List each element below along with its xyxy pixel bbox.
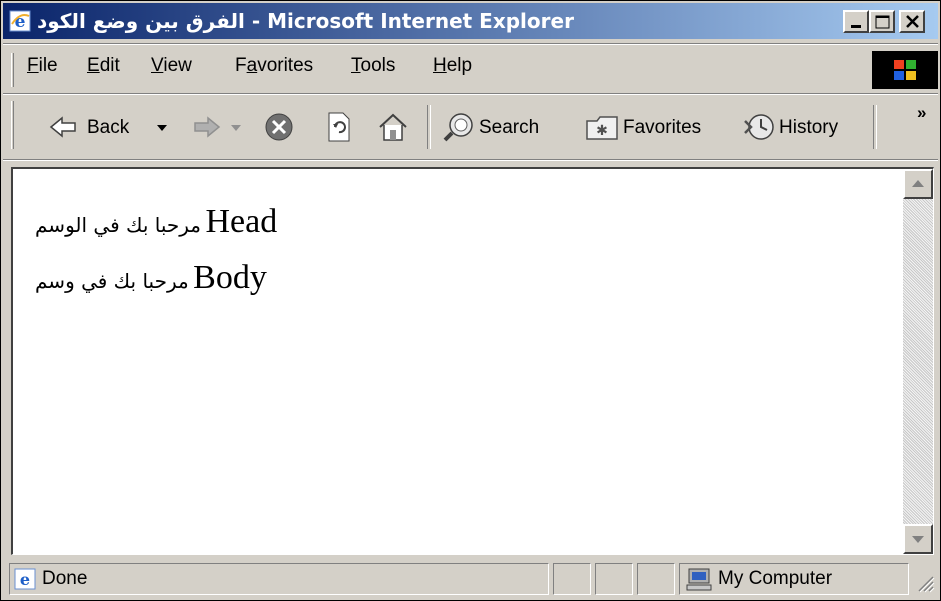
home-button[interactable] (371, 105, 415, 149)
dropdown-arrow-icon[interactable] (231, 125, 241, 131)
ie-page-icon: e (14, 568, 36, 590)
menu-tools[interactable]: Tools (351, 55, 395, 77)
standard-toolbar: Back Search ✱ Favorites History » (3, 97, 938, 157)
windows-logo (872, 51, 938, 89)
refresh-button[interactable] (319, 105, 359, 149)
scroll-down-arrow-icon (912, 536, 924, 543)
menu-help[interactable]: Help (433, 55, 472, 77)
windows-flag-icon (894, 60, 916, 80)
menu-grip[interactable] (11, 53, 14, 87)
svg-text:✱: ✱ (596, 122, 608, 138)
favorites-button[interactable]: ✱ Favorites (579, 105, 721, 149)
menu-edit-label: dit (99, 55, 120, 76)
back-label: Back (87, 117, 130, 138)
menu-help-label: elp (446, 55, 473, 76)
status-pane-main: e Done (9, 563, 549, 595)
dropdown-arrow-icon[interactable] (157, 125, 167, 131)
menu-view[interactable]: View (151, 55, 192, 77)
status-pane (553, 563, 591, 595)
page-content[interactable]: Head مرحبا بك في الوسم Body مرحبا بك في … (11, 167, 934, 555)
content-line-body: Body مرحبا بك في وسم (35, 259, 267, 297)
menu-edit[interactable]: Edit (87, 55, 120, 77)
status-bar: e Done My Computer (3, 561, 938, 599)
search-button[interactable]: Search (439, 105, 569, 149)
maximize-button[interactable] (869, 10, 895, 33)
refresh-icon (328, 112, 350, 142)
status-zone-pane[interactable]: My Computer (679, 563, 909, 595)
menu-view-label: iew (163, 55, 192, 76)
favorites-folder-icon: ✱ (586, 116, 618, 140)
close-icon (906, 15, 919, 28)
home-icon (379, 113, 407, 141)
vertical-scrollbar[interactable] (903, 169, 933, 554)
divider (3, 43, 938, 45)
search-label: Search (479, 117, 540, 138)
scroll-up-arrow-icon (912, 180, 924, 187)
toolbar-overflow-chevron[interactable]: » (917, 103, 926, 123)
ie-logo-icon: e (9, 10, 31, 32)
history-label: History (779, 117, 839, 138)
search-icon (443, 113, 473, 142)
body-word: Body (193, 259, 267, 296)
title-bar[interactable]: e الفرق بين وضع الكود - Microsoft Intern… (3, 3, 938, 39)
browser-window: e الفرق بين وضع الكود - Microsoft Intern… (0, 0, 941, 601)
history-icon (744, 114, 774, 140)
menu-tools-label: ools (360, 55, 396, 76)
head-arabic-text: مرحبا بك في الوسم (35, 213, 202, 237)
divider (3, 159, 938, 161)
body-arabic-text: مرحبا بك في وسم (35, 269, 189, 293)
forward-button[interactable] (189, 105, 253, 149)
content-line-head: Head مرحبا بك في الوسم (35, 203, 277, 241)
menu-bar: File Edit View Favorites Tools Help (3, 49, 938, 91)
menu-favorites-label: Favorites (235, 55, 314, 76)
back-button[interactable]: Back (25, 105, 185, 149)
divider (3, 93, 938, 95)
maximize-icon (875, 15, 890, 29)
scroll-down-button[interactable] (903, 524, 933, 554)
toolbar-separator (427, 105, 431, 149)
minimize-button[interactable] (843, 10, 869, 33)
menu-file-label: ile (38, 55, 58, 76)
stop-icon (265, 113, 293, 141)
status-text: Done (42, 568, 88, 589)
status-pane (637, 563, 675, 595)
svg-text:e: e (20, 570, 30, 589)
minimize-icon (851, 25, 861, 28)
scroll-up-button[interactable] (903, 169, 933, 199)
close-button[interactable] (899, 10, 925, 33)
my-computer-icon (686, 568, 712, 591)
zone-text: My Computer (718, 568, 833, 589)
window-title: الفرق بين وضع الكود - Microsoft Internet… (37, 9, 574, 33)
toolbar-grip[interactable] (11, 101, 14, 149)
back-arrow-icon (49, 116, 76, 138)
stop-button[interactable] (259, 105, 299, 149)
resize-grip-icon[interactable] (915, 573, 935, 593)
toolbar-separator (873, 105, 877, 149)
history-button[interactable]: History (739, 105, 855, 149)
forward-arrow-icon (194, 116, 221, 138)
status-pane (595, 563, 633, 595)
menu-favorites[interactable]: Favorites (235, 55, 313, 77)
head-word: Head (205, 203, 278, 240)
menu-file[interactable]: File (27, 55, 58, 77)
favorites-label: Favorites (623, 117, 702, 138)
